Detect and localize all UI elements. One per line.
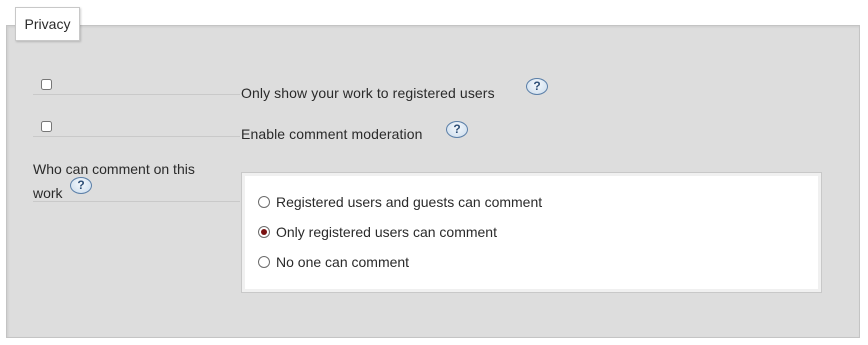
registered-users-only-checkbox[interactable] <box>41 79 52 90</box>
row-divider <box>33 94 240 95</box>
privacy-section: Privacy Only show your work to registere… <box>0 0 868 345</box>
radio-guests-can-comment-label: Registered users and guests can comment <box>276 194 543 210</box>
help-icon[interactable]: ? <box>526 78 548 95</box>
comment-moderation-label: Enable comment moderation <box>241 126 423 142</box>
registered-users-only-label: Only show your work to registered users <box>241 85 495 101</box>
comment-permission-label: Who can comment on this work <box>33 161 195 201</box>
radio-registered-only[interactable] <box>258 226 270 238</box>
radio-no-one-label: No one can comment <box>276 254 410 270</box>
radio-registered-only-label: Only registered users can comment <box>276 224 497 240</box>
comment-permission-question: Who can comment on this work <box>33 157 228 205</box>
radio-no-one[interactable] <box>258 256 270 268</box>
help-icon[interactable]: ? <box>70 177 92 194</box>
help-icon[interactable]: ? <box>446 121 468 138</box>
row-divider <box>33 136 240 137</box>
row-divider <box>33 201 240 202</box>
privacy-legend: Privacy <box>15 7 80 41</box>
comment-moderation-checkbox[interactable] <box>41 121 52 132</box>
radio-guests-can-comment[interactable] <box>258 196 270 208</box>
